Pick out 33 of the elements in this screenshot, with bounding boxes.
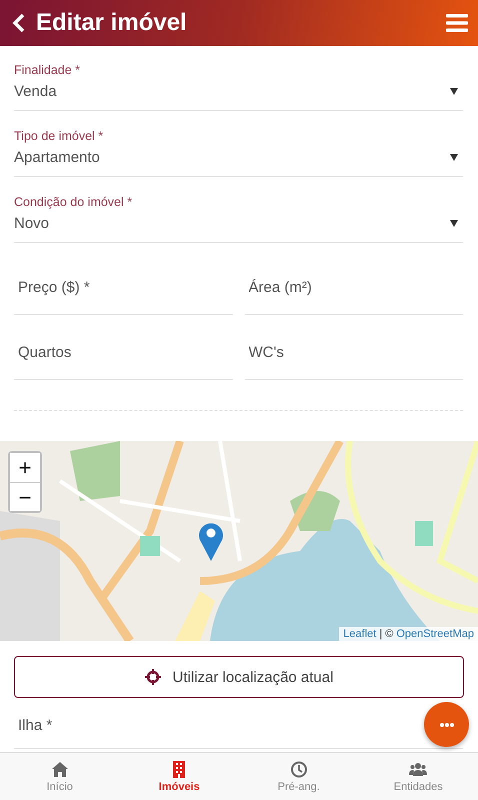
crosshair-icon bbox=[144, 669, 161, 685]
page-title: Editar imóvel bbox=[36, 9, 188, 37]
input-field[interactable]: Quartos bbox=[14, 326, 232, 380]
select-field[interactable]: Condição do imóvel * Novo bbox=[14, 184, 463, 243]
clock-icon bbox=[290, 760, 308, 778]
home-icon bbox=[50, 760, 69, 778]
input-field[interactable]: WC's bbox=[244, 326, 463, 380]
use-location-button[interactable]: Utilizar localização atual bbox=[14, 656, 464, 698]
more-icon bbox=[440, 722, 454, 726]
menu-icon[interactable] bbox=[446, 13, 468, 33]
select-field[interactable]: Tipo de imóvel * Apartamento bbox=[14, 118, 463, 177]
caret-icon bbox=[450, 88, 458, 94]
zoom-out-button[interactable]: − bbox=[10, 482, 40, 511]
attribution-text: | © bbox=[379, 628, 394, 640]
nav-tab[interactable]: Imóveis bbox=[120, 753, 239, 800]
select-field[interactable]: Finalidade * Venda bbox=[14, 52, 463, 111]
field-label: Condição do imóvel * bbox=[14, 194, 132, 208]
map-pin-icon bbox=[198, 521, 224, 561]
users-icon bbox=[409, 760, 428, 778]
attribution-link[interactable]: Leaflet bbox=[343, 628, 376, 640]
input-field[interactable]: Preço ($) * bbox=[14, 261, 232, 315]
field-label: Tipo de imóvel * bbox=[14, 128, 104, 142]
select-value: Venda bbox=[14, 82, 57, 100]
caret-icon bbox=[450, 154, 458, 160]
select-value: Novo bbox=[14, 214, 50, 232]
select-value: Apartamento bbox=[14, 148, 100, 166]
input-field[interactable]: Ilha * bbox=[14, 702, 409, 748]
field-label: Finalidade * bbox=[14, 62, 80, 76]
caret-icon bbox=[450, 220, 458, 226]
more-button[interactable] bbox=[424, 702, 469, 747]
input-field[interactable]: Área (m²) bbox=[244, 261, 463, 315]
attribution-link[interactable]: OpenStreetMap bbox=[396, 628, 474, 640]
back-icon[interactable] bbox=[12, 13, 26, 33]
